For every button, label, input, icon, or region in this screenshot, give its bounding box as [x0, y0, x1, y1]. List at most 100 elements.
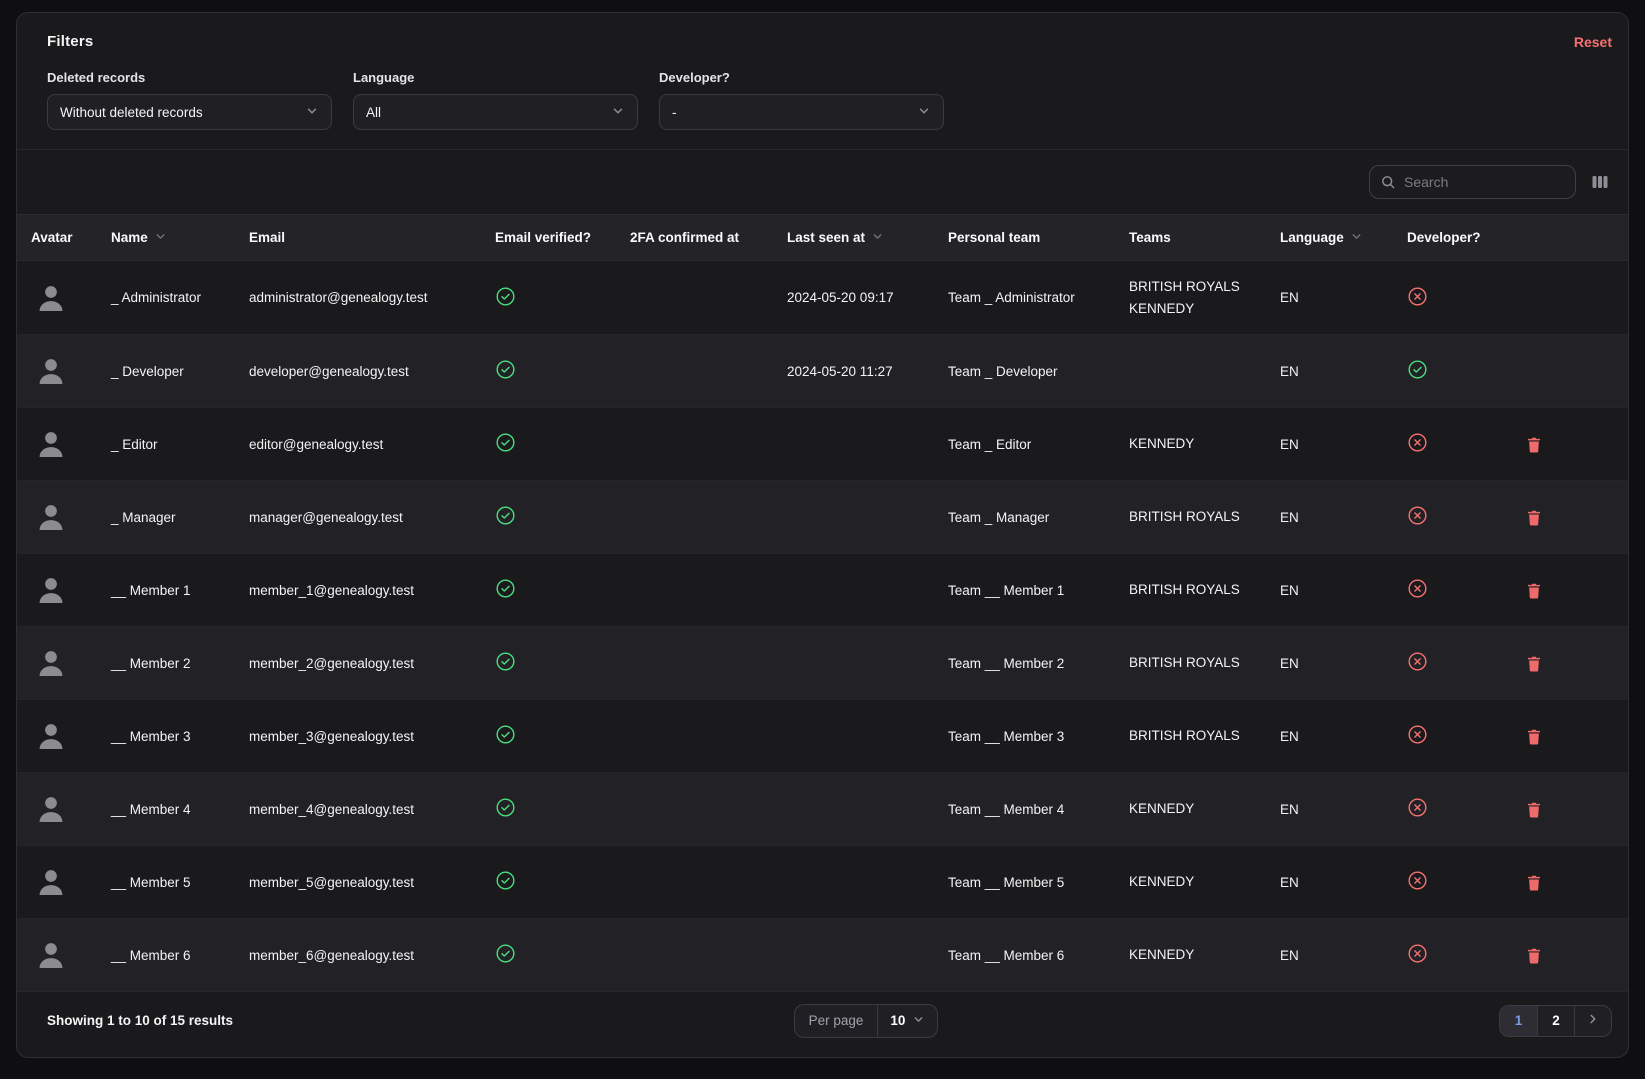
cell-name: _ Administrator — [97, 290, 235, 305]
cell-email: member_6@genealogy.test — [235, 948, 481, 963]
cell-avatar — [17, 570, 97, 610]
table-row[interactable]: __ Member 2member_2@genealogy.testTeam _… — [17, 626, 1628, 699]
table-row[interactable]: _ Managermanager@genealogy.test Team _ Ma… — [17, 480, 1628, 553]
cell-actions — [1501, 946, 1628, 965]
cell-email-verified — [481, 359, 616, 383]
developer-select[interactable]: - — [659, 94, 944, 130]
x-circle-icon — [1407, 432, 1428, 453]
column-header-language[interactable]: Language — [1266, 230, 1393, 246]
delete-button[interactable] — [1525, 508, 1543, 527]
avatar — [31, 789, 71, 829]
column-header-name[interactable]: Name — [97, 230, 235, 246]
cell-personal-team: Team _ Editor — [934, 437, 1115, 452]
per-page-label: Per page — [795, 1005, 879, 1037]
delete-button[interactable] — [1525, 435, 1543, 454]
column-header-label: Last seen at — [787, 230, 865, 245]
column-header-label: Name — [111, 230, 148, 245]
table-row[interactable]: __ Member 3member_3@genealogy.test Team _… — [17, 699, 1628, 772]
cell-teams: BRITISH ROYALS — [1115, 725, 1266, 747]
delete-button[interactable] — [1525, 800, 1543, 819]
cell-avatar — [17, 351, 97, 391]
chevron-down-icon — [1350, 230, 1363, 246]
cell-name: __ Member 3 — [97, 729, 235, 744]
delete-button[interactable] — [1525, 654, 1543, 673]
cell-avatar — [17, 862, 97, 902]
cell-email-verified — [481, 505, 616, 529]
cell-personal-team: Team __ Member 3 — [934, 729, 1115, 744]
cell-actions — [1501, 727, 1628, 746]
filter-deleted-records: Deleted records Without deleted records — [47, 70, 332, 130]
select-value: Without deleted records — [60, 105, 203, 120]
filter-label: Language — [353, 70, 638, 85]
cell-personal-team: Team __ Member 1 — [934, 583, 1115, 598]
column-header-developer: Developer? — [1393, 230, 1501, 245]
filter-label: Deleted records — [47, 70, 332, 85]
cell-email-verified — [481, 286, 616, 310]
table-row[interactable]: _ Administratoradministrator@genealogy.t… — [17, 261, 1628, 334]
check-circle-icon — [1407, 359, 1428, 380]
cell-language: EN — [1266, 583, 1393, 598]
per-page-select[interactable]: Per page 10 — [794, 1004, 939, 1038]
filters-title: Filters — [47, 33, 93, 50]
search-box — [1369, 165, 1576, 199]
delete-button[interactable] — [1525, 727, 1543, 746]
column-header-label: Language — [1280, 230, 1344, 245]
check-circle-icon — [495, 505, 516, 526]
cell-name: _ Manager — [97, 510, 235, 525]
cell-teams: BRITISH ROYALS — [1115, 579, 1266, 601]
language-select[interactable]: All — [353, 94, 638, 130]
cell-email: member_2@genealogy.test — [235, 656, 481, 671]
column-header-label: Email verified? — [495, 230, 591, 245]
filter-language: Language All — [353, 70, 638, 130]
avatar — [31, 278, 71, 318]
table-row[interactable]: __ Member 4member_4@genealogy.testTeam _… — [17, 772, 1628, 845]
cell-personal-team: Team _ Developer — [934, 364, 1115, 379]
cell-language: EN — [1266, 729, 1393, 744]
cell-email: member_1@genealogy.test — [235, 583, 481, 598]
cell-teams: KENNEDY — [1115, 798, 1266, 820]
chevron-down-icon — [305, 104, 319, 121]
table-row[interactable]: __ Member 1member_1@genealogy.test Team _… — [17, 553, 1628, 626]
cell-name: _ Developer — [97, 364, 235, 379]
cell-name: __ Member 1 — [97, 583, 235, 598]
table-row[interactable]: __ Member 6member_6@genealogy.testTeam _… — [17, 918, 1628, 991]
table-row[interactable]: __ Member 5member_5@genealogy.testTeam _… — [17, 845, 1628, 918]
check-circle-icon — [495, 797, 516, 818]
avatar — [31, 643, 71, 683]
column-header-label: Developer? — [1407, 230, 1481, 245]
cell-email-verified — [481, 724, 616, 748]
table-row[interactable]: _ Developerdeveloper@genealogy.test2024-… — [17, 334, 1628, 407]
cell-last-seen-at: 2024-05-20 11:27 — [773, 364, 934, 379]
cell-email: member_3@genealogy.test — [235, 729, 481, 744]
cell-language: EN — [1266, 364, 1393, 379]
check-circle-icon — [495, 724, 516, 745]
table-row[interactable]: _ Editoreditor@genealogy.testTeam _ Edit… — [17, 407, 1628, 480]
cell-email: manager@genealogy.test — [235, 510, 481, 525]
cell-avatar — [17, 643, 97, 683]
cell-personal-team: Team _ Manager — [934, 510, 1115, 525]
check-circle-icon — [495, 432, 516, 453]
toggle-columns-button[interactable] — [1588, 170, 1612, 194]
cell-personal-team: Team __ Member 2 — [934, 656, 1115, 671]
search-input[interactable] — [1404, 174, 1585, 190]
delete-button[interactable] — [1525, 946, 1543, 965]
chevron-down-icon — [154, 230, 167, 246]
delete-button[interactable] — [1525, 581, 1543, 600]
cell-actions — [1501, 508, 1628, 527]
cell-developer — [1393, 286, 1501, 310]
cell-teams: BRITISH ROYALSKENNEDY — [1115, 276, 1266, 320]
cell-email-verified — [481, 797, 616, 821]
cell-teams: KENNEDY — [1115, 871, 1266, 893]
delete-button[interactable] — [1525, 873, 1543, 892]
pagination-page-1[interactable]: 1 — [1500, 1006, 1537, 1036]
cell-teams: KENNEDY — [1115, 433, 1266, 455]
chevron-right-icon — [1586, 1012, 1600, 1029]
cell-email-verified — [481, 870, 616, 894]
deleted-records-select[interactable]: Without deleted records — [47, 94, 332, 130]
cell-actions — [1501, 654, 1628, 673]
filters-reset-button[interactable]: Reset — [1574, 34, 1612, 50]
check-circle-icon — [495, 943, 516, 964]
column-header-last-seen-at[interactable]: Last seen at — [773, 230, 934, 246]
pagination-page-2[interactable]: 2 — [1537, 1006, 1574, 1036]
pagination-next-button[interactable] — [1574, 1006, 1611, 1036]
